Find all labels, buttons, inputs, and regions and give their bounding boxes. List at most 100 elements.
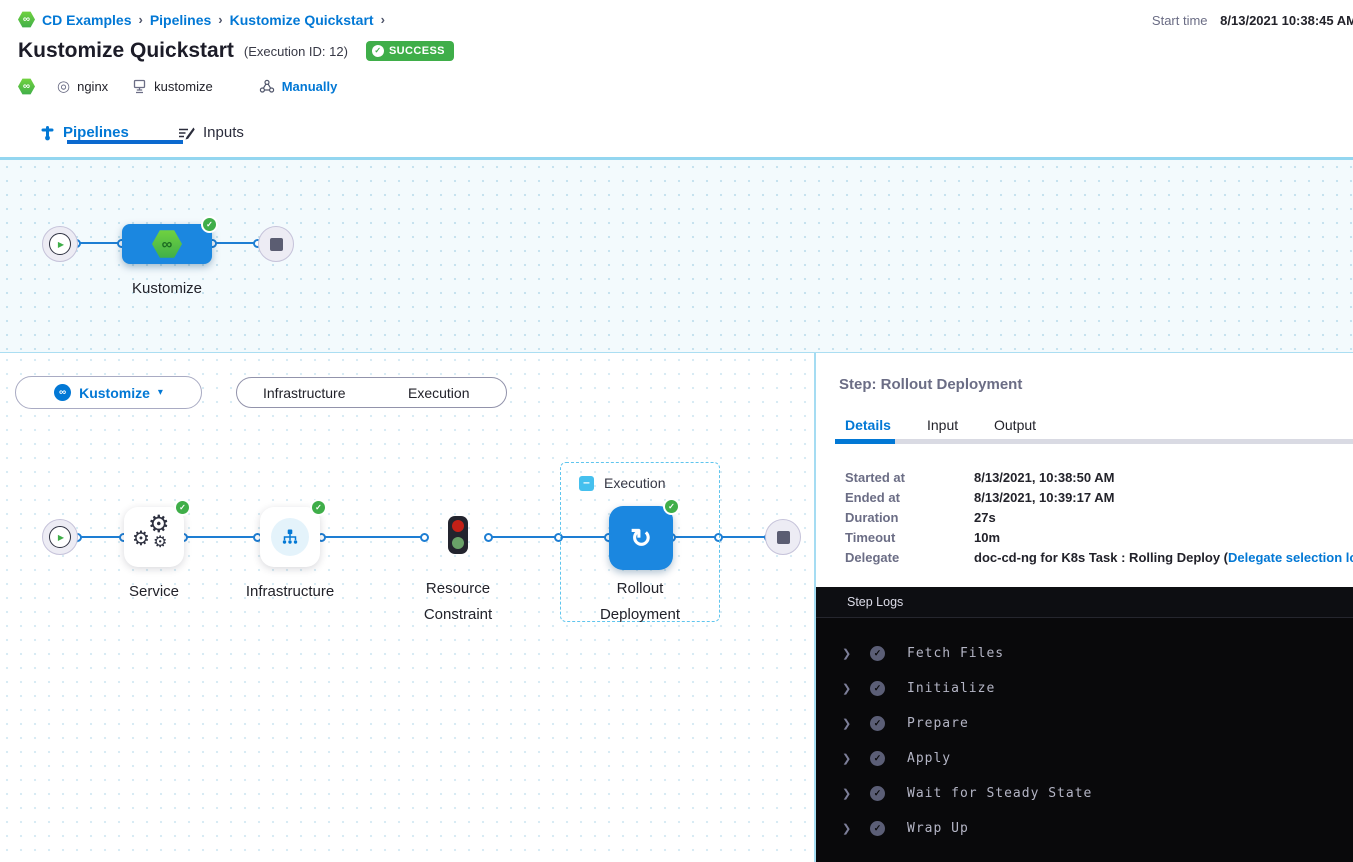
page-header: ∞ CD Examples › Pipelines › Kustomize Qu… [0,0,1353,110]
delegate-selection-logs-link[interactable]: Delegate selection logs [1228,550,1353,565]
service-name: nginx [77,79,108,94]
step-logs-title: Step Logs [847,595,903,609]
chevron-right-icon[interactable]: ❯ [842,682,851,695]
detail-value: 10m [974,530,1000,545]
toggle-infrastructure[interactable]: Infrastructure [237,385,372,401]
tab-output[interactable]: Output [994,417,1036,433]
breadcrumb-separator-icon: › [218,12,222,27]
log-section-label: Wait for Steady State [907,786,1092,801]
chevron-right-icon[interactable]: ❯ [842,822,851,835]
chevron-right-icon[interactable]: ❯ [842,752,851,765]
log-success-icon: ✓ [870,751,885,766]
chevron-right-icon[interactable]: ❯ [842,787,851,800]
trigger-label: Manually [282,79,338,94]
edge-line [184,536,258,538]
infrastructure-icon [271,518,309,556]
tab-pipelines[interactable]: Pipelines [40,124,129,141]
detail-label: Started at [845,470,905,485]
stage-graph-canvas[interactable]: ▶ ∞ ✓ Kustomize [0,160,1353,353]
stage-node-kustomize[interactable]: ∞ ✓ [122,224,212,264]
pipeline-start-node[interactable]: ▶ [42,226,78,262]
detail-label: Timeout [845,530,895,545]
execution-id: (Execution ID: 12) [244,44,348,59]
step-label: Resource Constraint [398,576,518,628]
detail-value: doc-cd-ng for K8s Task : Rolling Deploy … [974,550,1353,565]
log-success-icon: ✓ [870,646,885,661]
breadcrumb-separator-icon: › [138,12,142,27]
environment-name: kustomize [154,79,213,94]
environment-meta[interactable]: kustomize [132,79,213,94]
detail-value: 8/13/2021, 10:38:50 AM [974,470,1114,485]
log-section-row[interactable]: ❯ ✓ Wait for Steady State [816,785,1353,805]
step-logs-console[interactable]: Step Logs ❯ ✓ Fetch Files ❯ ✓ Initialize… [816,587,1353,862]
play-icon: ▶ [58,240,64,249]
tab-inputs[interactable]: Inputs [178,124,244,141]
success-check-badge: ✓ [201,216,218,233]
status-text: SUCCESS [389,45,445,57]
trigger-icon [259,79,275,94]
step-node-rollout-deployment[interactable]: ↻ ✓ [609,506,673,570]
step-label: Rollout Deployment [580,576,700,628]
detail-value: 8/13/2021, 10:39:17 AM [974,490,1114,505]
stage-dot-icon: ∞ [54,384,71,401]
tab-track[interactable] [835,439,1353,444]
breadcrumb-pipelines[interactable]: Pipelines [150,12,211,28]
stop-icon [777,531,790,544]
success-check-badge: ✓ [663,498,680,515]
breadcrumb-kustomize-quickstart[interactable]: Kustomize Quickstart [230,12,374,28]
step-node-infrastructure[interactable]: ✓ [260,507,320,567]
environment-icon [132,79,147,94]
harness-cd-icon: ∞ [18,78,35,95]
step-panel-title: Step: Rollout Deployment [839,376,1022,393]
log-success-icon: ✓ [870,716,885,731]
red-light-icon [452,520,464,532]
tab-details[interactable]: Details [845,417,891,433]
step-label: Infrastructure [230,579,350,605]
stage-selector-dropdown[interactable]: ∞ Kustomize ▾ [15,376,202,409]
step-label: Service [94,579,214,605]
log-success-icon: ✓ [870,821,885,836]
start-time-label: Start time [1152,13,1208,28]
log-section-label: Apply [907,751,951,766]
inputs-icon [178,125,195,140]
check-icon: ✓ [372,45,384,57]
harness-cd-icon: ∞ [18,11,35,28]
execution-graph-canvas[interactable]: ∞ Kustomize ▾ Infrastructure Execution ▶ [0,353,814,862]
step-node-resource-constraint[interactable] [448,516,468,554]
log-section-row[interactable]: ❯ ✓ Prepare [816,715,1353,735]
log-section-label: Initialize [907,681,995,696]
chevron-right-icon[interactable]: ❯ [842,717,851,730]
page-title: Kustomize Quickstart [18,39,234,63]
green-light-icon [452,537,464,549]
chevron-right-icon[interactable]: ❯ [842,647,851,660]
delegate-text: doc-cd-ng for K8s Task : Rolling Deploy … [974,550,1228,565]
pipeline-end-node[interactable] [258,226,294,262]
log-section-label: Wrap Up [907,821,969,836]
caret-down-icon: ▾ [158,387,163,398]
edge-connector [484,533,493,542]
log-section-row[interactable]: ❯ ✓ Wrap Up [816,820,1353,840]
service-meta[interactable]: ◎ nginx [57,79,108,94]
breadcrumb-separator-icon: › [381,12,385,27]
trigger-meta[interactable]: Manually [259,79,338,94]
service-icon: ◎ [57,79,70,94]
edge-line [78,242,122,244]
log-section-row[interactable]: ❯ ✓ Initialize [816,680,1353,700]
breadcrumb-cd-examples[interactable]: CD Examples [42,12,131,28]
log-section-row[interactable]: ❯ ✓ Apply [816,750,1353,770]
execution-start-node[interactable]: ▶ [42,519,78,555]
tab-input[interactable]: Input [927,417,958,433]
execution-group-label: Execution [604,475,665,491]
execution-end-node[interactable] [765,519,801,555]
toggle-execution[interactable]: Execution [372,385,507,401]
log-success-icon: ✓ [870,681,885,696]
step-details-panel: Step: Rollout Deployment Details Input O… [814,353,1353,862]
detail-label: Duration [845,510,898,525]
stage-label: Kustomize [107,276,227,302]
log-section-row[interactable]: ❯ ✓ Fetch Files [816,645,1353,665]
step-node-service[interactable]: ⚙ ⚙ ⚙ ✓ [124,507,184,567]
edge-connector [420,533,429,542]
collapse-minus-icon[interactable]: – [579,476,594,491]
detail-value: 27s [974,510,996,525]
edge-line [212,242,258,244]
